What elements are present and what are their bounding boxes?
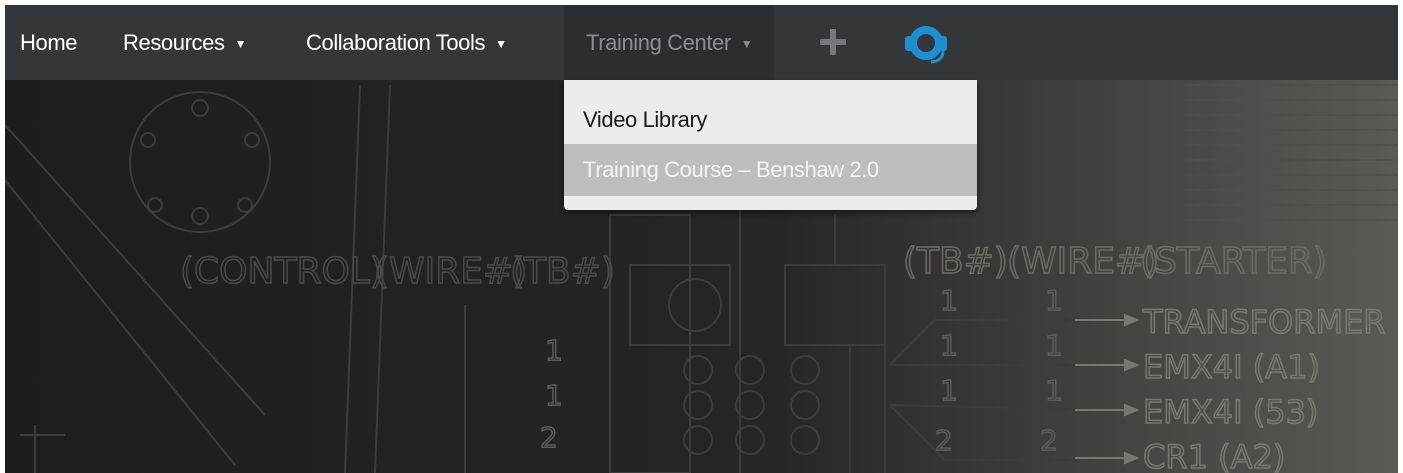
top-navbar: Home Resources ▼ Collaboration Tools ▼ Tra… [5, 5, 1398, 80]
bg-tb-2: 1 [940, 329, 958, 362]
nav-home[interactable]: Home [20, 5, 77, 80]
bg-left-num-3: 2 [540, 421, 558, 454]
bg-label-tb-right: (TB#) [903, 241, 1008, 282]
bg-dest-4: CR1 (A2) [1143, 438, 1285, 473]
nav-resources[interactable]: Resources ▼ [123, 5, 246, 80]
nav-collaboration-tools[interactable]: Collaboration Tools ▼ [306, 5, 507, 80]
screenshot-frame: (CONTROL) (WIRE#) (TB#) (TB#) (WIRE#) (S… [5, 5, 1398, 473]
nav-home-label: Home [20, 30, 78, 55]
menu-item-training-course[interactable]: Training Course – Benshaw 2.0 [564, 144, 977, 196]
nav-training-center[interactable]: Training Center ▼ [564, 5, 775, 80]
bg-label-tb-left: (TB#) [510, 251, 615, 292]
bg-wire-4: 2 [1040, 424, 1058, 457]
nav-training-center-label: Training Center [586, 30, 731, 55]
bg-label-control: (CONTROL) [180, 251, 384, 292]
bg-wire-2: 1 [1045, 329, 1063, 362]
bg-wire-1: 1 [1045, 284, 1063, 317]
bg-tb-4: 2 [935, 424, 953, 457]
bg-label-wire-right: (WIRE#) [1007, 241, 1159, 282]
headset-icon[interactable] [903, 21, 949, 67]
bg-tb-1: 1 [940, 284, 958, 317]
caret-down-icon: ▼ [740, 37, 753, 51]
training-center-dropdown: Video Library Training Course – Benshaw … [564, 80, 977, 210]
bg-tb-3: 1 [940, 374, 958, 407]
bg-left-num-1: 1 [545, 334, 563, 367]
caret-down-icon: ▼ [234, 37, 247, 51]
plus-icon[interactable] [820, 29, 846, 55]
menu-item-video-library[interactable]: Video Library [564, 94, 977, 146]
caret-down-icon: ▼ [495, 37, 507, 51]
bg-left-num-2: 1 [545, 379, 563, 412]
bg-dest-3: EMX4I (53) [1143, 393, 1318, 431]
bg-dest-2: EMX4I (A1) [1143, 348, 1320, 386]
nav-resources-label: Resources [123, 30, 225, 55]
nav-collaboration-tools-label: Collaboration Tools [306, 30, 486, 55]
bg-dest-1: TRANSFORMER [1142, 303, 1386, 341]
bg-label-starter: (STARTER) [1140, 241, 1327, 282]
bg-wire-3: 1 [1045, 374, 1063, 407]
bg-label-wire-left: (WIRE#) [375, 251, 527, 292]
